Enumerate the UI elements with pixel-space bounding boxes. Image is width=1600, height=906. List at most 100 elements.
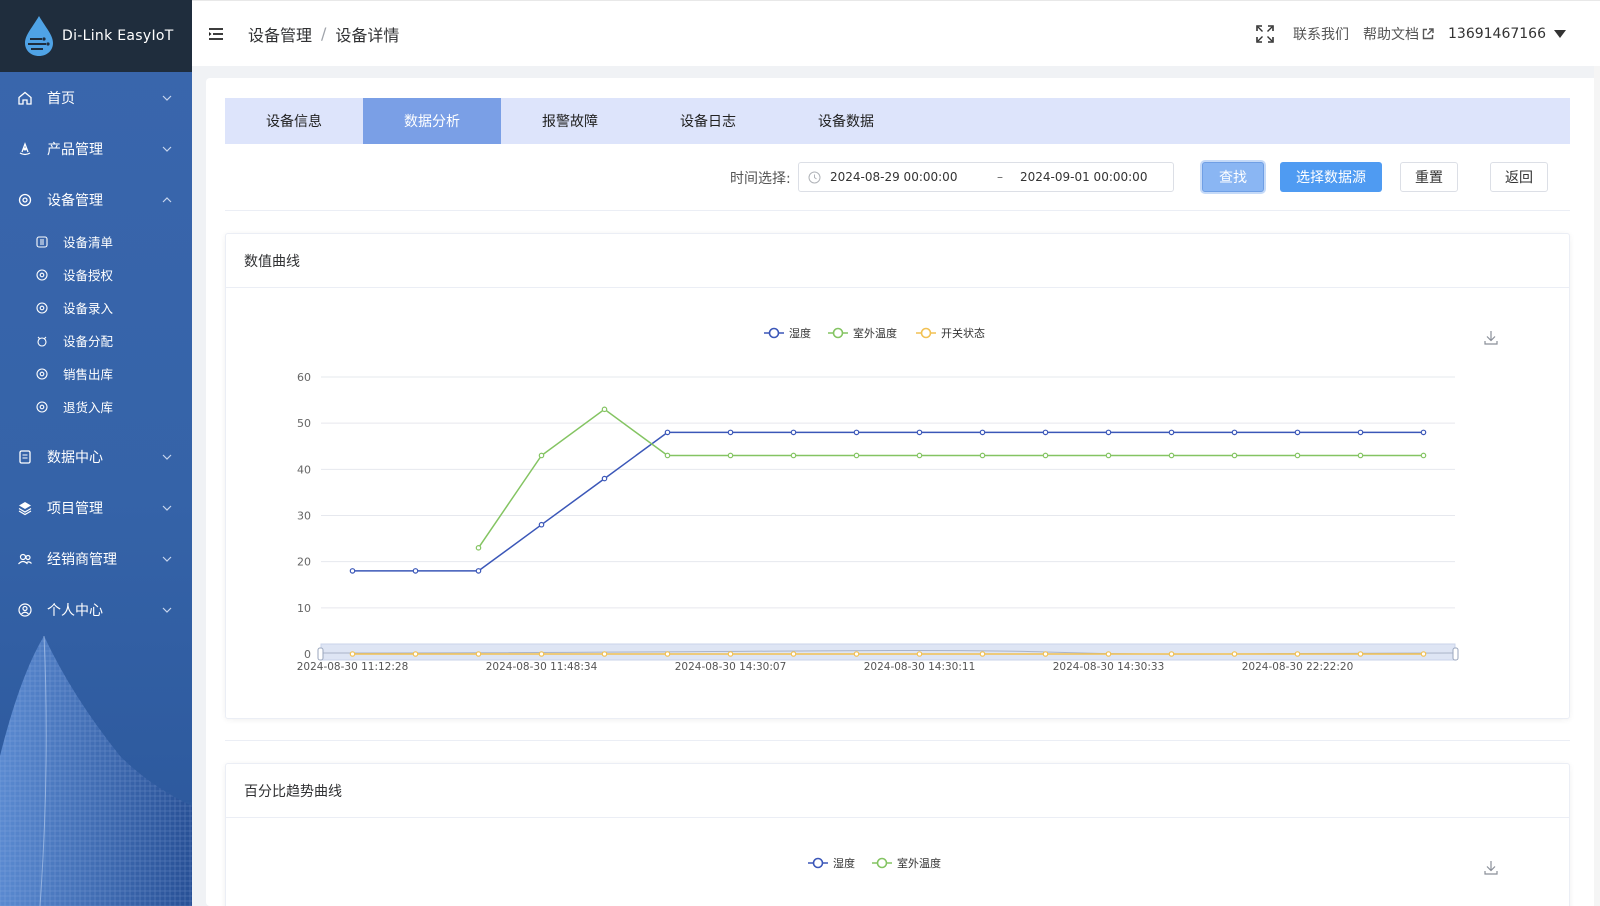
page-scrollbar[interactable] [1594, 66, 1600, 906]
sidebar-item-label: 项目管理 [47, 500, 103, 517]
tab-device-data[interactable]: 设备数据 [777, 98, 915, 144]
sidebar-item-home[interactable]: 首页 [0, 72, 192, 123]
breadcrumb-item-device-management[interactable]: 设备管理 [248, 22, 312, 46]
sidebar-subitem-label: 设备清单 [63, 235, 114, 250]
tab-device-log[interactable]: 设备日志 [639, 98, 777, 144]
device-icon [17, 192, 33, 208]
chevron-down-icon [162, 146, 172, 152]
download-icon[interactable] [1484, 861, 1498, 875]
x-axis: 2024-08-30 11:12:28 2024-08-30 11:48:34 20… [297, 661, 1354, 673]
chevron-down-icon [162, 505, 172, 511]
sidebar-subitem-label: 销售出库 [63, 367, 114, 382]
select-datasource-button[interactable]: 选择数据源 [1280, 162, 1382, 192]
sidebar-item-data-center[interactable]: 数据中心 [0, 431, 192, 482]
data-point [790, 452, 797, 459]
legend-marker [768, 327, 780, 339]
data-point [601, 406, 608, 413]
chart-legend[interactable]: 湿度 室外温度 [808, 856, 941, 870]
data-point [853, 651, 860, 657]
data-point [853, 452, 860, 459]
data-point [1357, 452, 1364, 459]
breadcrumb: 设备管理 / 设备详情 [248, 22, 399, 46]
sidebar-subitem-sales-outbound[interactable]: 销售出库 [0, 357, 192, 390]
contact-us-link[interactable]: 联系我们 [1293, 24, 1349, 44]
y-tick-label: 0 [304, 648, 311, 661]
data-point [664, 429, 671, 436]
sidebar-item-label: 产品管理 [47, 141, 103, 158]
list-icon [35, 235, 49, 249]
data-point [1294, 452, 1301, 459]
sidebar-subitem-device-input[interactable]: 设备录入 [0, 291, 192, 324]
sidebar-item-product[interactable]: 产品管理 [0, 123, 192, 174]
back-button[interactable]: 返回 [1490, 162, 1548, 192]
authorize-icon [35, 268, 49, 282]
sidebar-menu-lower: 数据中心 项目管理 经销商管理 个人中心 [0, 431, 192, 635]
datazoom-slider[interactable] [317, 643, 1459, 661]
help-docs-link[interactable]: 帮助文档 [1363, 24, 1434, 44]
chart-series [349, 406, 1427, 657]
download-icon[interactable] [1484, 331, 1498, 345]
date-range-picker[interactable]: 2024-08-29 00:00:00 – 2024-09-01 00:00:0… [798, 162, 1174, 192]
sidebar-item-device[interactable]: 设备管理 [0, 174, 192, 225]
range-start-input[interactable]: 2024-08-29 00:00:00 [830, 170, 980, 184]
sidebar-item-project[interactable]: 项目管理 [0, 482, 192, 533]
data-point [1042, 651, 1049, 657]
range-separator: – [997, 170, 1003, 184]
user-phone: 13691467166 [1448, 26, 1546, 42]
data-point [412, 568, 419, 574]
search-button[interactable]: 查找 [1202, 162, 1264, 192]
data-point [1357, 651, 1364, 657]
sidebar-subitem-device-authorize[interactable]: 设备授权 [0, 258, 192, 291]
sidebar-item-label: 个人中心 [47, 602, 103, 619]
sidebar-subitem-label: 设备分配 [63, 334, 114, 349]
user-menu[interactable]: 13691467166 [1448, 26, 1566, 42]
data-point [1420, 452, 1427, 459]
data-point [979, 429, 986, 436]
chevron-down-icon [162, 95, 172, 101]
fullscreen-icon[interactable] [1255, 24, 1275, 44]
hamburger-icon[interactable] [208, 27, 224, 41]
range-end-input[interactable]: 2024-09-01 00:00:00 [1020, 170, 1147, 184]
sidebar-subitem-device-list[interactable]: 设备清单 [0, 225, 192, 258]
sidebar-subitem-return-inbound[interactable]: 退货入库 [0, 390, 192, 423]
data-point [1042, 452, 1049, 459]
reset-button[interactable]: 重置 [1400, 162, 1458, 192]
chart-legend[interactable]: 湿度 室外温度 开关状态 [764, 326, 985, 340]
tab-alarm-fault[interactable]: 报警故障 [501, 98, 639, 144]
datazoom-handle-right [1452, 647, 1459, 661]
data-point [601, 651, 608, 657]
sidebar-item-label: 设备管理 [47, 192, 103, 209]
data-point [1105, 429, 1112, 436]
tab-data-analysis[interactable]: 数据分析 [363, 98, 501, 144]
product-icon [17, 141, 33, 157]
data-point [979, 651, 986, 657]
chart-grid [321, 376, 1455, 609]
data-point [349, 651, 356, 657]
x-tick-label: 2024-08-30 11:48:34 [486, 661, 598, 673]
percent-trend-card: 百分比趋势曲线 湿度 室外温度 [225, 763, 1570, 906]
y-tick-label: 60 [297, 371, 311, 384]
home-icon [17, 90, 33, 106]
legend-label: 湿度 [789, 326, 811, 340]
chevron-down-icon [162, 454, 172, 460]
app-name: Di-Link EasyIoT [62, 28, 174, 44]
sidebar-item-dealer[interactable]: 经销商管理 [0, 533, 192, 584]
data-point [1357, 429, 1364, 436]
tab-device-info[interactable]: 设备信息 [225, 98, 363, 144]
data-point [475, 545, 482, 551]
data-point [1294, 429, 1301, 436]
sidebar-item-label: 首页 [47, 90, 75, 107]
sidebar-subitem-label: 退货入库 [63, 400, 114, 415]
y-tick-label: 30 [297, 510, 311, 523]
data-point [1168, 429, 1175, 436]
sidebar-subitem-device-assign[interactable]: 设备分配 [0, 324, 192, 357]
data-point [538, 452, 545, 459]
time-select-label: 时间选择: [730, 171, 791, 187]
assign-icon [35, 334, 49, 348]
logo[interactable]: Di-Link EasyIoT [0, 0, 192, 72]
building-illustration [0, 636, 192, 906]
inbound-icon [35, 400, 49, 414]
water-drop-logo-icon [25, 16, 53, 56]
outbound-icon [35, 367, 49, 381]
sidebar-item-personal-center[interactable]: 个人中心 [0, 584, 192, 635]
